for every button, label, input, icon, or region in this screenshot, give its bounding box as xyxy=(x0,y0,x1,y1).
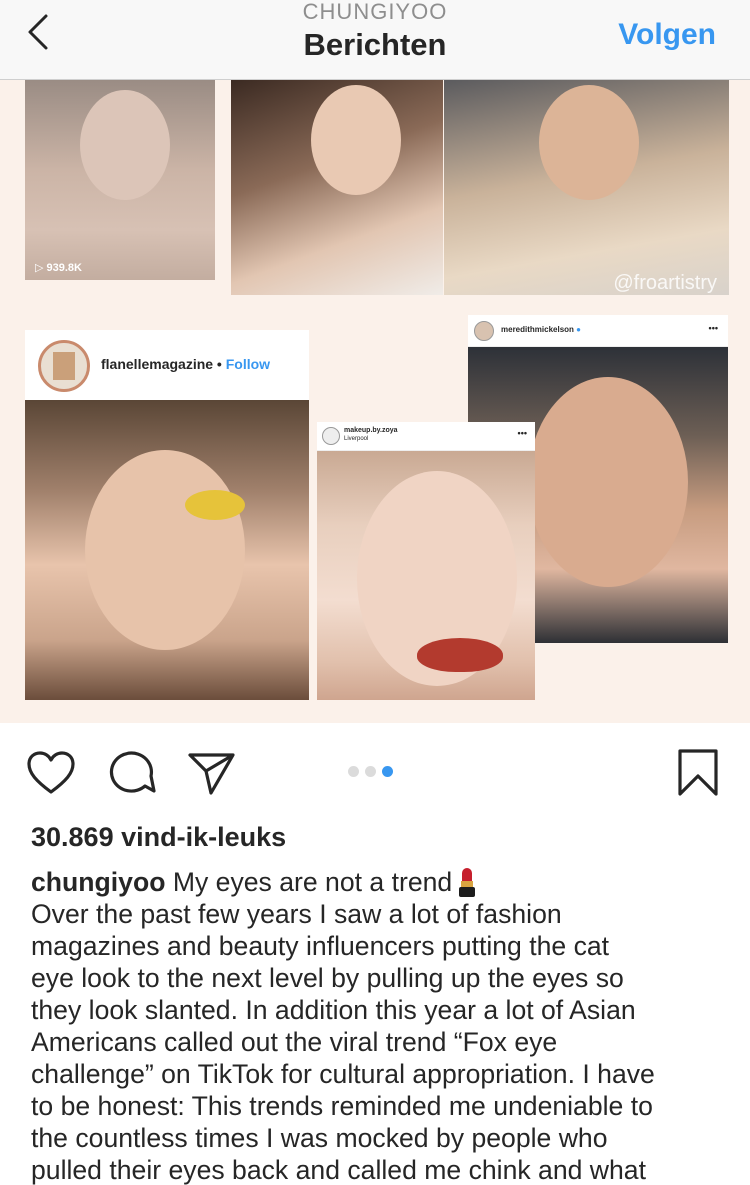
post-image[interactable]: ▷ 939.8K @froartistry flanellemagazine •… xyxy=(0,80,750,723)
card-username-text: flanellemagazine xyxy=(101,356,214,372)
bookmark-icon xyxy=(678,749,718,796)
heart-icon xyxy=(27,751,75,794)
caption-line: the countless times I was mocked by peop… xyxy=(31,1123,608,1153)
like-button[interactable] xyxy=(26,750,76,796)
collage-card-zoya: makeup.by.zoya Liverpool ••• xyxy=(317,422,535,700)
avatar xyxy=(474,321,494,341)
more-options-icon: ••• xyxy=(517,428,527,438)
action-bar xyxy=(0,723,750,813)
caption-line: to be honest: This trends reminded me un… xyxy=(31,1091,653,1121)
collage-photo-2 xyxy=(231,80,443,295)
caption-line: they look slanted. In addition this year… xyxy=(31,995,636,1025)
caption-line: challenge” on TikTok for cultural approp… xyxy=(31,1059,655,1089)
card-username: flanellemagazine • Follow xyxy=(101,356,270,372)
collage-photo-1: ▷ 939.8K xyxy=(25,80,215,280)
card-header: makeup.by.zoya Liverpool ••• xyxy=(317,422,535,451)
verified-badge-icon: ● xyxy=(576,325,581,334)
caption-line: pulled their eyes back and called me chi… xyxy=(31,1155,646,1185)
carousel-indicator xyxy=(348,766,399,778)
caption-line: eye look to the next level by pulling up… xyxy=(31,963,624,993)
card-photo xyxy=(25,400,309,700)
card-location: Liverpool xyxy=(344,436,369,442)
views-count-value: 939.8K xyxy=(46,262,82,274)
card-follow-text: Follow xyxy=(225,356,271,372)
caption-first-line: chungiyoo My eyes are not a trend xyxy=(31,866,731,898)
lips-shape xyxy=(417,638,503,672)
comment-button[interactable] xyxy=(107,750,157,796)
card-username: makeup.by.zoya xyxy=(344,427,398,434)
card-photo xyxy=(317,451,535,700)
caption-line: magazines and beauty influencers putting… xyxy=(31,931,610,961)
share-button[interactable] xyxy=(187,750,237,796)
caption-line: Americans called out the viral trend “Fo… xyxy=(31,1027,558,1057)
post-caption: chungiyoo My eyes are not a trend Over t… xyxy=(31,866,731,1185)
comment-icon xyxy=(109,751,156,793)
more-options-icon: ••• xyxy=(708,323,718,333)
avatar xyxy=(322,427,340,445)
card-username: meredithmickelson ● xyxy=(501,325,581,334)
caption-headline: My eyes are not a trend xyxy=(172,867,453,897)
top-nav-bar: CHUNGIYOO Berichten Volgen xyxy=(0,0,750,80)
carousel-dot xyxy=(365,766,376,777)
like-count[interactable]: 30.869 vind-ik-leuks xyxy=(31,820,286,854)
carousel-dot-active xyxy=(382,766,393,777)
save-button[interactable] xyxy=(674,748,722,798)
card-header: meredithmickelson ● ••• xyxy=(468,315,728,347)
collage-photo-3: @froartistry xyxy=(444,80,729,295)
carousel-dot xyxy=(348,766,359,777)
caption-line: Over the past few years I saw a lot of f… xyxy=(31,899,562,929)
lipstick-icon xyxy=(456,866,478,898)
follow-button[interactable]: Volgen xyxy=(618,17,716,53)
collage-card-flanelle: flanellemagazine • Follow xyxy=(25,330,309,700)
card-separator: • xyxy=(213,356,226,372)
caption-username[interactable]: chungiyoo xyxy=(31,867,165,897)
views-count: ▷ 939.8K xyxy=(35,262,82,274)
avatar xyxy=(38,340,90,392)
paper-plane-icon xyxy=(188,753,235,795)
card-header: flanellemagazine • Follow xyxy=(25,330,309,400)
card-username-text: meredithmickelson xyxy=(501,325,574,334)
watermark-text: @froartistry xyxy=(613,272,717,294)
